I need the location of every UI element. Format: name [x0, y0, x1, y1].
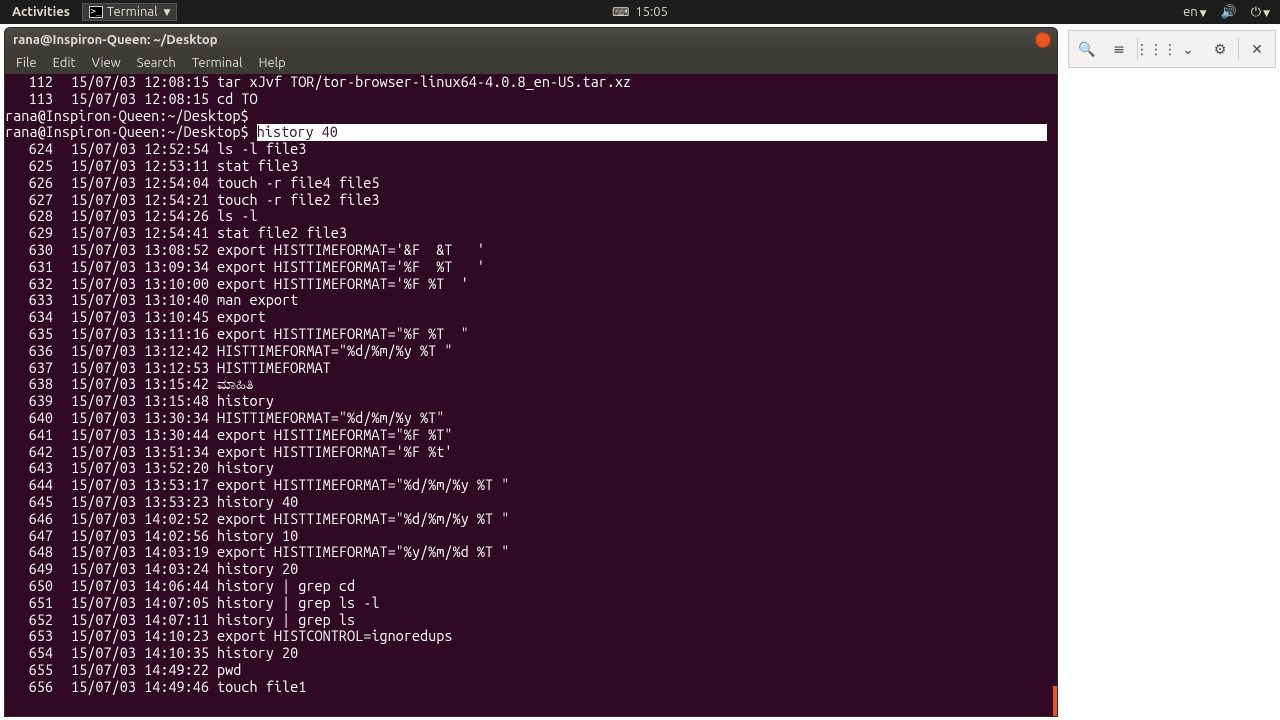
- menu-file[interactable]: File: [9, 54, 44, 72]
- history-line: 626 15/07/03 12:54:04touch -r file4 file…: [5, 175, 1057, 192]
- history-line: 651 15/07/03 14:07:05history | grep ls -…: [5, 595, 1057, 612]
- history-line: 631 15/07/03 13:09:34export HISTTIMEFORM…: [5, 259, 1057, 276]
- topbar-center: ⌨ 15:05: [612, 5, 668, 19]
- history-line: 645 15/07/03 13:53:23history 40: [5, 494, 1057, 511]
- topbar-status-area: en▼ 🔊 ⏻▼: [1183, 5, 1280, 20]
- history-line: 624 15/07/03 12:52:54ls -l file3: [5, 141, 1057, 158]
- history-line: 648 15/07/03 14:03:19export HISTTIMEFORM…: [5, 544, 1057, 561]
- history-line: 112 15/07/03 12:08:15tar xJvf TOR/tor-br…: [5, 74, 1057, 91]
- history-line: 646 15/07/03 14:02:52export HISTTIMEFORM…: [5, 511, 1057, 528]
- history-line: 653 15/07/03 14:10:23export HISTCONTROL=…: [5, 628, 1057, 645]
- history-line: 650 15/07/03 14:06:44history | grep cd: [5, 578, 1057, 595]
- history-line: 643 15/07/03 13:52:20history: [5, 460, 1057, 477]
- chevron-down-icon[interactable]: ⌄: [1174, 35, 1202, 63]
- window-close-button[interactable]: [1035, 32, 1051, 48]
- window-titlebar[interactable]: rana@Inspiron-Queen: ~/Desktop: [5, 28, 1057, 52]
- volume-icon[interactable]: 🔊: [1221, 5, 1237, 20]
- terminal-menubar: File Edit View Search Terminal Help: [5, 52, 1057, 74]
- history-line: 633 15/07/03 13:10:40man export: [5, 292, 1057, 309]
- input-language[interactable]: en▼: [1183, 5, 1207, 19]
- close-icon[interactable]: ✕: [1243, 35, 1271, 63]
- menu-help[interactable]: Help: [251, 54, 292, 72]
- history-line: 644 15/07/03 13:53:17export HISTTIMEFORM…: [5, 477, 1057, 494]
- history-line: 649 15/07/03 14:03:24history 20: [5, 561, 1057, 578]
- hamburger-icon[interactable]: ≡: [1105, 35, 1133, 63]
- history-line: 628 15/07/03 12:54:26ls -l: [5, 208, 1057, 225]
- chevron-down-icon: ▼: [164, 7, 171, 18]
- history-line: 630 15/07/03 13:08:52export HISTTIMEFORM…: [5, 242, 1057, 259]
- outer-toolbar: 🔍 ≡ ⋮⋮⋮ ⌄ ⚙ ✕: [1068, 30, 1276, 68]
- history-line: 647 15/07/03 14:02:56history 10: [5, 528, 1057, 545]
- keyboard-icon[interactable]: ⌨: [612, 5, 629, 19]
- history-line: 637 15/07/03 13:12:53HISTTIMEFORMAT: [5, 360, 1057, 377]
- history-line: 635 15/07/03 13:11:16export HISTTIMEFORM…: [5, 326, 1057, 343]
- history-line: 654 15/07/03 14:10:35history 20: [5, 645, 1057, 662]
- history-line: 656 15/07/03 14:49:46touch file1: [5, 679, 1057, 696]
- power-icon[interactable]: ⏻▼: [1251, 5, 1270, 20]
- history-line: 632 15/07/03 13:10:00export HISTTIMEFORM…: [5, 276, 1057, 293]
- scrollbar-thumb[interactable]: [1053, 686, 1057, 717]
- grid-icon[interactable]: ⋮⋮⋮: [1142, 35, 1170, 63]
- terminal-icon: >_: [89, 6, 103, 18]
- search-icon[interactable]: 🔍: [1073, 35, 1101, 63]
- history-line: 113 15/07/03 12:08:15cd TO: [5, 91, 1057, 108]
- prompt-line-selected: rana@Inspiron-Queen:~/Desktop$ history 4…: [5, 124, 1057, 141]
- menu-edit[interactable]: Edit: [46, 54, 83, 72]
- window-title: rana@Inspiron-Queen: ~/Desktop: [13, 33, 218, 47]
- history-line: 652 15/07/03 14:07:11history | grep ls: [5, 612, 1057, 629]
- activities-button[interactable]: Activities: [0, 5, 82, 19]
- app-menu-label: Terminal: [107, 5, 158, 19]
- prompt-line: rana@Inspiron-Queen:~/Desktop$: [5, 108, 1057, 125]
- app-menu-dropdown[interactable]: >_ Terminal ▼: [82, 3, 178, 21]
- history-line: 627 15/07/03 12:54:21touch -r file2 file…: [5, 192, 1057, 209]
- selected-command: history 40: [257, 124, 1047, 141]
- gear-icon[interactable]: ⚙: [1206, 35, 1234, 63]
- history-line: 641 15/07/03 13:30:44export HISTTIMEFORM…: [5, 427, 1057, 444]
- history-line: 625 15/07/03 12:53:11stat file3: [5, 158, 1057, 175]
- history-line: 629 15/07/03 12:54:41stat file2 file3: [5, 225, 1057, 242]
- menu-view[interactable]: View: [85, 54, 128, 72]
- history-line: 638 15/07/03 13:15:42ಮಾಹಿತಿ: [5, 376, 1057, 393]
- history-line: 636 15/07/03 13:12:42HISTTIMEFORMAT="%d/…: [5, 343, 1057, 360]
- history-line: 639 15/07/03 13:15:48history: [5, 393, 1057, 410]
- terminal-window: rana@Inspiron-Queen: ~/Desktop File Edit…: [4, 27, 1058, 717]
- history-line: 655 15/07/03 14:49:22pwd: [5, 662, 1057, 679]
- menu-search[interactable]: Search: [130, 54, 183, 72]
- gnome-topbar: Activities >_ Terminal ▼ ⌨ 15:05 en▼ 🔊 ⏻…: [0, 0, 1280, 24]
- menu-terminal[interactable]: Terminal: [185, 54, 250, 72]
- clock[interactable]: 15:05: [635, 5, 668, 19]
- terminal-body[interactable]: 112 15/07/03 12:08:15tar xJvf TOR/tor-br…: [5, 74, 1057, 717]
- history-line: 640 15/07/03 13:30:34HISTTIMEFORMAT="%d/…: [5, 410, 1057, 427]
- history-line: 642 15/07/03 13:51:34export HISTTIMEFORM…: [5, 444, 1057, 461]
- history-line: 634 15/07/03 13:10:45export: [5, 309, 1057, 326]
